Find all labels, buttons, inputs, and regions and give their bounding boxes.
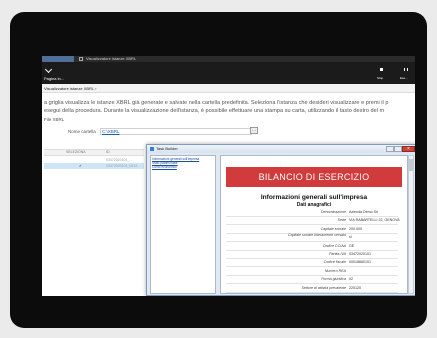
- close-icon[interactable]: ×: [402, 146, 415, 152]
- app-icon: [150, 147, 154, 151]
- stop-button-label[interactable]: Stop: [377, 76, 383, 80]
- column-header-id[interactable]: ID: [106, 150, 110, 155]
- field-label: Partita IVA: [329, 252, 346, 256]
- nav-link-income-statement[interactable]: Conto economico: [152, 165, 177, 169]
- folder-browse-icon[interactable]: ⋯: [250, 127, 258, 134]
- breadcrumb[interactable]: Visualizzatore istanze XBRL ›: [44, 86, 96, 91]
- section-title: File XBRL: [44, 117, 65, 122]
- field-divider: [226, 258, 398, 259]
- field-value: 00018660101: [349, 260, 371, 265]
- field-divider: [226, 291, 398, 293]
- field-value: 02: [349, 277, 353, 282]
- field-divider: [226, 224, 398, 226]
- field-label: Forma giuridica: [321, 277, 346, 282]
- maximize-button[interactable]: [394, 146, 402, 152]
- field-label: Codice CCIAA: [322, 243, 346, 248]
- app-screen: Visualizzatore istanze XBRL Pagina in...…: [42, 56, 415, 296]
- dialog-titlebar[interactable]: [147, 145, 415, 153]
- field-value: 220120: [349, 285, 361, 290]
- field-divider: [226, 216, 398, 217]
- column-header-select[interactable]: SELEZIONA: [66, 150, 86, 155]
- field-label: Sede: [337, 218, 346, 223]
- field-label: Settore di attività prevalente: [301, 285, 346, 290]
- field-label: Numero REA: [324, 268, 346, 273]
- row-id-cell: 03472020101_0012...: [106, 164, 141, 168]
- document-subheading: Dati anagrafici: [296, 202, 332, 208]
- document-nav-panel: [150, 155, 216, 294]
- field-label: Capitale sociale interamente versato: [287, 233, 346, 238]
- execute-button-label[interactable]: Ese...: [400, 76, 408, 80]
- field-value: si: [349, 235, 352, 240]
- scrollbar-thumb[interactable]: [409, 159, 413, 171]
- breadcrumb-bar: [42, 84, 415, 93]
- device-frame: Visualizzatore istanze XBRL Pagina in...…: [10, 12, 427, 328]
- folder-input[interactable]: [100, 128, 252, 135]
- stop-icon[interactable]: [380, 68, 383, 71]
- field-label: Codice fiscale: [323, 260, 346, 265]
- description-line-2: esegui della procedura. Durante la visua…: [44, 108, 385, 114]
- field-value: Azienda Demo Srl: [349, 210, 378, 214]
- back-label[interactable]: Pagina in...: [44, 76, 64, 81]
- field-value: VIA RABARTELLI 22, GENOVA: [349, 218, 400, 223]
- grid-header: [44, 149, 144, 156]
- dialog-title: Task Builder: [156, 146, 178, 151]
- folder-label: Nome cartella: [68, 129, 96, 134]
- field-divider: [226, 274, 398, 276]
- description-line-1: a griglia visualizza le istanze XBRL già…: [44, 100, 389, 106]
- field-divider: [226, 283, 398, 285]
- report-banner-title: BILANCIO DI ESERCIZIO: [258, 172, 370, 182]
- vertical-scrollbar[interactable]: [408, 155, 414, 294]
- field-value: 200.000: [349, 226, 362, 231]
- app-header: [42, 62, 415, 84]
- pause-icon[interactable]: [404, 68, 408, 71]
- field-divider: [226, 266, 398, 268]
- field-label: Capitale sociale: [320, 226, 346, 231]
- field-divider: [226, 249, 398, 251]
- document-heading: Informazioni generali sull'impresa: [260, 194, 368, 201]
- field-label: Denominazione: [321, 210, 346, 214]
- minimize-button[interactable]: [386, 146, 394, 152]
- field-divider: [226, 241, 398, 243]
- folder-value[interactable]: C:\XBRL: [102, 128, 120, 135]
- field-value: 03472020101: [349, 252, 371, 256]
- table-row[interactable]: ✔ 03472020101_0012...: [44, 163, 144, 169]
- window-icon: [79, 57, 83, 61]
- row-select-cell[interactable]: ✔: [79, 163, 82, 169]
- field-value: GE: [349, 243, 355, 248]
